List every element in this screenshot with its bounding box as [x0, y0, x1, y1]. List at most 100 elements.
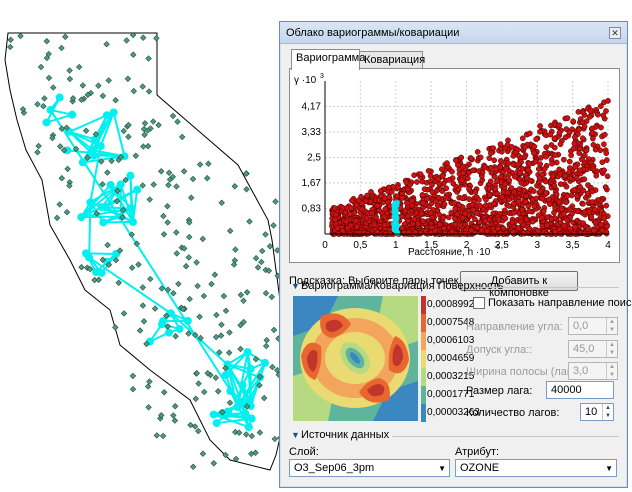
sample-point [188, 194, 195, 201]
sample-point [226, 329, 233, 336]
lag-count-label: Количество лагов: [466, 407, 560, 419]
cloud-point [450, 180, 457, 187]
sample-point [153, 432, 160, 439]
cloud-point [510, 161, 517, 168]
cloud-point [574, 193, 580, 199]
cloud-point [572, 134, 578, 141]
sample-point [200, 292, 208, 300]
selected-location [55, 93, 64, 102]
sample-point [215, 388, 222, 395]
x-axis-label: Расстояние, h ·10 [408, 247, 491, 258]
pair-line [112, 112, 126, 157]
sample-point [64, 165, 71, 173]
sample-point [120, 310, 128, 317]
cloud-point [460, 163, 467, 170]
sample-point [218, 321, 225, 328]
attribute-value: OZONE [460, 462, 500, 474]
sample-point [172, 403, 179, 410]
sample-point [34, 101, 41, 108]
cloud-point [603, 150, 610, 157]
cloud-point [524, 175, 530, 181]
surface-section-toggle[interactable]: ▼Вариограмма/Ковариация Поверхность [291, 280, 503, 294]
cloud-point [466, 185, 472, 192]
cloud-point [601, 215, 608, 221]
cloud-point [576, 167, 583, 173]
sample-point [246, 218, 253, 225]
attribute-label: Атрибут: [455, 446, 500, 458]
variogram-chart[interactable]: γ ·10 3 0 0,5 1 1,5 2 2,5 3 3,5 40,831,672,53,33… [290, 69, 619, 262]
bandwidth-label: Ширина полосы (лаги): [466, 366, 584, 378]
cloud-point [494, 178, 500, 185]
y-axis-label: γ ·10 [294, 75, 317, 86]
sample-point [58, 175, 65, 182]
lag-size-input[interactable]: 40000 [546, 381, 614, 399]
show-direction-checkbox[interactable] [473, 297, 485, 309]
cloud-point [539, 195, 546, 202]
cloud-point [558, 206, 565, 213]
sample-point [210, 460, 217, 467]
spinner-arrows-icon[interactable]: ▲ ▼ [606, 341, 617, 357]
window-title: Облако вариограммы/ковариации [286, 27, 460, 39]
title-bar[interactable]: Облако вариограммы/ковариации ✕ [280, 22, 627, 44]
lag-count-stepper[interactable]: 10 ▲ ▼ [580, 403, 614, 421]
attribute-select[interactable]: OZONE ▼ [455, 459, 617, 477]
cloud-point [557, 141, 564, 148]
cloud-point [604, 223, 610, 230]
selected-location [97, 203, 106, 212]
angle-tolerance-spinner[interactable]: 45,0 ▲ ▼ [568, 340, 618, 358]
sample-point [78, 264, 85, 271]
cloud-point [458, 177, 465, 184]
selected-point [394, 215, 399, 221]
sample-point [58, 44, 65, 52]
spinner-arrows-icon[interactable]: ▲ ▼ [606, 318, 617, 334]
cloud-point [499, 194, 506, 200]
cloud-point [343, 218, 350, 225]
x-tick-label: 3 [534, 240, 540, 251]
angle-tolerance-label: Допуск угла:: [466, 344, 533, 356]
cloud-point [588, 159, 594, 166]
tab-variogram[interactable]: Вариограмма [291, 49, 365, 70]
cloud-point [570, 145, 577, 152]
cloud-point [348, 205, 354, 211]
sample-point [150, 118, 157, 125]
angle-direction-spinner[interactable]: 0,0 ▲ ▼ [568, 317, 618, 335]
sample-point [41, 95, 48, 102]
cloud-point [567, 225, 573, 232]
cloud-point [459, 195, 466, 202]
cloud-point [454, 211, 461, 218]
tab-covariance[interactable]: Ковариация [359, 51, 425, 69]
spinner-arrows-icon[interactable]: ▲ ▼ [606, 363, 617, 379]
sample-point [145, 404, 152, 411]
cloud-point [505, 172, 512, 178]
cloud-point [381, 222, 388, 228]
cloud-point [367, 198, 374, 205]
data-source-section-toggle[interactable]: ▼Источник данных [291, 429, 389, 443]
close-button[interactable]: ✕ [609, 27, 621, 39]
cloud-point [508, 185, 515, 191]
sample-point [263, 342, 270, 350]
selected-location [244, 423, 253, 432]
cloud-point [436, 221, 443, 228]
sample-point [146, 378, 153, 385]
selected-location [260, 358, 269, 367]
cloud-point [522, 198, 529, 205]
selected-location [175, 324, 184, 333]
cloud-point [544, 222, 550, 229]
sample-point [217, 332, 225, 339]
cloud-point [579, 135, 586, 142]
cloud-point [548, 215, 555, 222]
selected-location [91, 135, 100, 144]
map-view[interactable] [0, 0, 290, 492]
cloud-point [470, 167, 476, 174]
sample-point [104, 169, 111, 176]
sample-point [103, 41, 110, 48]
selected-location [116, 180, 125, 189]
cloud-point [601, 141, 607, 148]
cloud-point [543, 190, 549, 196]
sample-point [272, 198, 279, 205]
spinner-arrows-icon[interactable]: ▲ ▼ [602, 404, 613, 420]
cloud-point [597, 147, 604, 154]
bandwidth-spinner[interactable]: 3,0 ▲ ▼ [568, 362, 618, 380]
layer-select[interactable]: O3_Sep06_3pm ▼ [289, 459, 450, 477]
sample-point [105, 77, 112, 84]
